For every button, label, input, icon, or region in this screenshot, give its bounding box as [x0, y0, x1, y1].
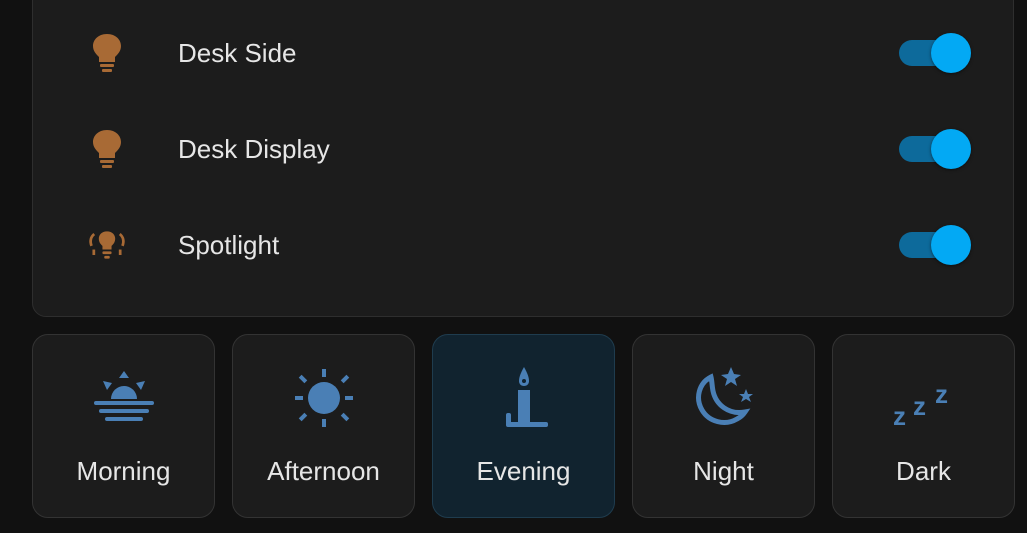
- toggle-knob: [931, 33, 971, 73]
- scene-dark-button[interactable]: z z z Dark: [832, 334, 1015, 518]
- svg-text:z: z: [893, 401, 906, 431]
- light-label: Desk Display: [178, 134, 330, 164]
- desk-display-toggle[interactable]: [899, 129, 973, 169]
- lightbulb-icon: [87, 129, 127, 169]
- lights-card: Desk Side Desk Display Spotlight: [32, 0, 1014, 317]
- moon-stars-icon: [695, 367, 753, 425]
- toggle-knob: [931, 129, 971, 169]
- scene-evening-button[interactable]: Evening: [432, 334, 615, 518]
- spotlight-toggle[interactable]: [899, 225, 973, 265]
- light-label: Desk Side: [178, 38, 297, 68]
- light-row-desk-display[interactable]: Desk Display: [33, 101, 1013, 197]
- sunrise-icon: [93, 371, 154, 421]
- scene-label: Night: [693, 456, 754, 486]
- scene-label: Evening: [476, 456, 571, 486]
- lightbulb-icon: [87, 33, 127, 73]
- scene-morning-button[interactable]: Morning: [32, 334, 215, 518]
- svg-text:z: z: [935, 379, 948, 409]
- light-label: Spotlight: [178, 230, 280, 260]
- scene-label: Morning: [76, 456, 171, 486]
- candle-icon: [505, 367, 548, 427]
- desk-side-toggle[interactable]: [899, 33, 973, 73]
- sun-icon: [294, 369, 353, 427]
- scene-label: Afternoon: [267, 456, 380, 486]
- spotlight-icon: [87, 225, 127, 265]
- scene-night-button[interactable]: Night: [632, 334, 815, 518]
- scene-afternoon-button[interactable]: Afternoon: [232, 334, 415, 518]
- light-row-spotlight[interactable]: Spotlight: [33, 197, 1013, 293]
- light-row-desk-side[interactable]: Desk Side: [33, 5, 1013, 101]
- svg-text:z: z: [913, 391, 926, 421]
- toggle-knob: [931, 225, 971, 265]
- sleep-icon: z z z: [893, 379, 948, 431]
- scene-label: Dark: [896, 456, 951, 486]
